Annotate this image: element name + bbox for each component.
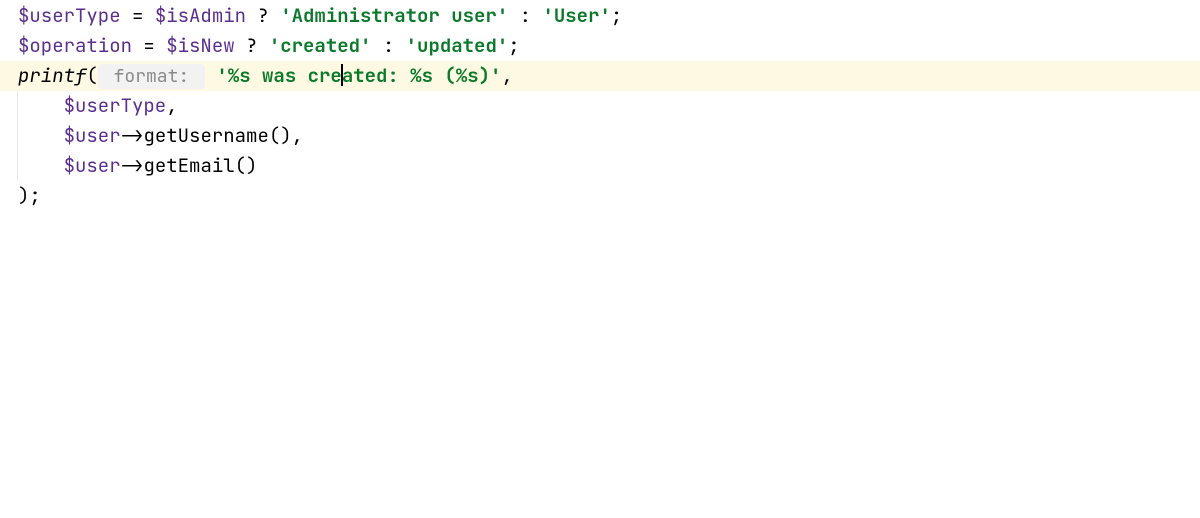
comma: ,	[501, 63, 512, 88]
call-parens: ()	[235, 153, 258, 178]
variable-operation: $operation	[18, 33, 132, 58]
variable-user: $user	[64, 123, 121, 148]
string-literal-part1: '%s was cre	[216, 63, 341, 88]
indent	[18, 153, 64, 178]
variable-userType: $userType	[64, 93, 167, 118]
paren-open: (	[86, 63, 97, 88]
variable-isAdmin: $isAdmin	[155, 3, 246, 28]
function-printf: printf	[18, 63, 86, 88]
indent	[18, 93, 64, 118]
variable-isNew: $isNew	[166, 33, 234, 58]
operator-ternary-q: ?	[235, 33, 269, 58]
call-parens: (),	[269, 123, 303, 148]
string-literal-part2: ated: %s (%s)'	[342, 63, 502, 88]
variable-user: $user	[64, 153, 121, 178]
semicolon: ;	[508, 33, 519, 58]
code-editor[interactable]: $userType = $isAdmin ? 'Administrator us…	[0, 1, 1200, 211]
indent	[18, 123, 64, 148]
operator-assign: =	[121, 3, 155, 28]
code-line-active[interactable]: printf( format: '%s was created: %s (%s)…	[0, 61, 1200, 91]
space	[205, 63, 216, 88]
text-caret	[341, 64, 343, 86]
code-line[interactable]: $user->getEmail()	[18, 151, 1200, 181]
method-getEmail: getEmail	[143, 153, 234, 178]
operator-arrow: ->	[121, 153, 144, 178]
code-line[interactable]: );	[18, 181, 1200, 211]
code-line[interactable]: $operation = $isNew ? 'created' : 'updat…	[18, 31, 1200, 61]
method-getUsername: getUsername	[143, 123, 268, 148]
paren-close-semi: );	[18, 183, 41, 208]
operator-arrow: ->	[121, 123, 144, 148]
parameter-hint-format: format:	[98, 64, 205, 89]
code-line[interactable]: $user->getUsername(),	[18, 121, 1200, 151]
string-literal: 'created'	[269, 33, 372, 58]
operator-ternary-colon: :	[371, 33, 405, 58]
code-line[interactable]: $userType,	[18, 91, 1200, 121]
string-literal: 'Administrator user'	[280, 3, 508, 28]
semicolon: ;	[611, 3, 622, 28]
string-literal: 'User'	[542, 3, 610, 28]
operator-ternary-colon: :	[508, 3, 542, 28]
operator-ternary-q: ?	[246, 3, 280, 28]
string-literal: 'updated'	[406, 33, 509, 58]
variable-userType: $userType	[18, 3, 121, 28]
code-line[interactable]: $userType = $isAdmin ? 'Administrator us…	[18, 1, 1200, 31]
operator-assign: =	[132, 33, 166, 58]
comma: ,	[166, 93, 177, 118]
